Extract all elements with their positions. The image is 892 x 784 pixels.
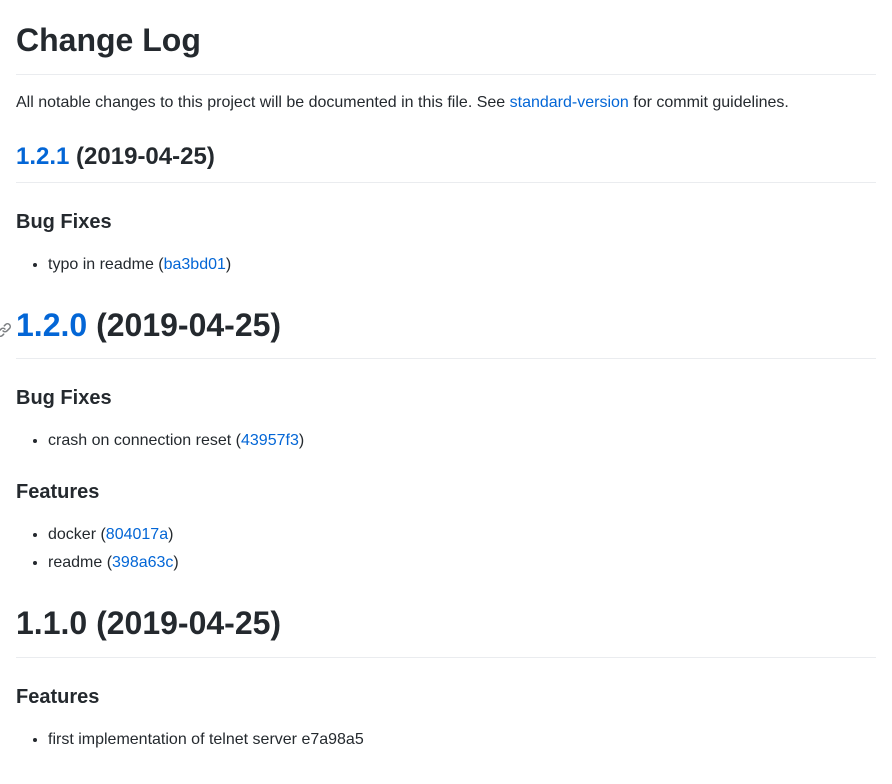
features-heading-1-1-0: Features [16,682,876,712]
release-heading-1-2-0: 1.2.0 (2019-04-25) [16,301,876,360]
list-item: readme (398a63c) [48,551,876,575]
link-icon [0,322,12,338]
bugfix-suffix: ) [226,256,231,273]
release-heading-1-2-1: 1.2.1 (2019-04-25) [16,139,876,183]
feature-text: first implementation of telnet server e7… [48,731,364,748]
features-list-1-2-0: docker (804017a) readme (398a63c) [16,523,876,575]
bugfixes-list-1-2-1: typo in readme (ba3bd01) [16,253,876,277]
intro-paragraph: All notable changes to this project will… [16,91,876,115]
list-item: typo in readme (ba3bd01) [48,253,876,277]
commit-hash-link[interactable]: 804017a [106,526,168,543]
feature-suffix: ) [173,554,178,571]
bugfix-text: crash on connection reset ( [48,432,241,449]
bugfixes-list-1-2-0: crash on connection reset (43957f3) [16,429,876,453]
list-item: crash on connection reset (43957f3) [48,429,876,453]
release-date-1-2-1: (2019-04-25) [69,143,214,170]
feature-text: docker ( [48,526,106,543]
bugfixes-heading-1-2-0: Bug Fixes [16,383,876,413]
commit-hash-link[interactable]: 43957f3 [241,432,299,449]
page-title: Change Log [16,16,876,75]
feature-text: readme ( [48,554,112,571]
features-heading-1-2-0: Features [16,477,876,507]
features-list-1-1-0: first implementation of telnet server e7… [16,728,876,752]
release-link-1-2-0[interactable]: 1.2.0 [16,307,87,343]
commit-hash-link[interactable]: ba3bd01 [164,256,226,273]
release-date-1-2-0: (2019-04-25) [87,307,281,343]
feature-suffix: ) [168,526,173,543]
intro-suffix: for commit guidelines. [629,94,789,111]
intro-prefix: All notable changes to this project will… [16,94,510,111]
release-heading-1-1-0: 1.1.0 (2019-04-25) [16,599,876,658]
bugfixes-heading-1-2-1: Bug Fixes [16,207,876,237]
bugfix-suffix: ) [299,432,304,449]
list-item: first implementation of telnet server e7… [48,728,876,752]
list-item: docker (804017a) [48,523,876,547]
bugfix-text: typo in readme ( [48,256,164,273]
standard-version-link[interactable]: standard-version [510,94,629,111]
commit-hash-link[interactable]: 398a63c [112,554,173,571]
release-link-1-2-1[interactable]: 1.2.1 [16,143,69,170]
